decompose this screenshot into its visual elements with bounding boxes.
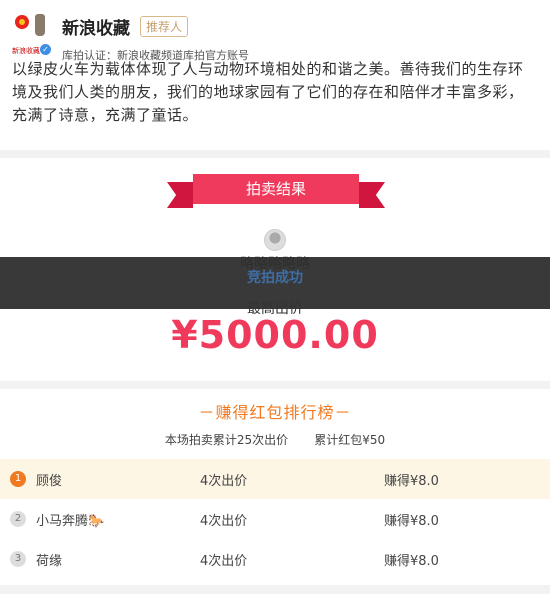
auction-result-card: 拍卖结果 略略略略略 竞拍成功 最高出价 ¥5000.00: [0, 158, 550, 381]
result-ribbon: 拍卖结果: [167, 174, 385, 208]
rank-user-name: 顾俊: [36, 473, 63, 489]
rank-earned: 赚得¥8.0: [384, 553, 439, 569]
post-card: 新浪收藏 ✓ 新浪收藏 推荐人 库拍认证：新浪收藏频道库拍官方账号 以绿皮火车为…: [0, 0, 550, 150]
rank-number: 3: [10, 551, 26, 567]
ribbon-tail-right: [359, 182, 385, 208]
ribbon-tail-left: [167, 182, 193, 208]
highest-bid-label: 最高出价: [247, 301, 303, 317]
vase-icon: [35, 14, 45, 36]
author-avatar[interactable]: 新浪收藏 ✓: [12, 12, 52, 56]
ranking-summary: 本场拍卖累计25次出价 累计红包¥50: [0, 431, 550, 448]
total-bids: 本场拍卖累计25次出价: [164, 433, 289, 447]
ranking-title: －赚得红包排行榜－: [198, 403, 352, 422]
rank-number: 1: [10, 471, 26, 487]
rank-number: 2: [10, 511, 26, 527]
rank-earned: 赚得¥8.0: [384, 513, 439, 529]
rank-bids: 4次出价: [200, 473, 248, 489]
ranking-card: －赚得红包排行榜－ 本场拍卖累计25次出价 累计红包¥50 1 顾俊 4次出价 …: [0, 389, 550, 585]
rank-user-name: 荷缘: [36, 553, 63, 569]
total-red-packets: 累计红包¥50: [314, 433, 386, 447]
ranking-row[interactable]: 2 小马奔腾🐎 4次出价 赚得¥8.0: [0, 499, 550, 539]
post-content: 以绿皮火车为载体体现了人与动物环境相处的和谐之美。善待我们的生存环境及我们人类的…: [12, 60, 524, 124]
logo-text: 新浪收藏: [12, 47, 40, 55]
auction-status: 竞拍成功: [247, 270, 303, 286]
ranking-row[interactable]: 3 荷缘 4次出价 赚得¥8.0: [0, 539, 550, 579]
logo-eye-icon: [15, 15, 29, 29]
rank-user-name: 小马奔腾🐎: [36, 513, 105, 529]
ranking-list: 1 顾俊 4次出价 赚得¥8.0 2 小马奔腾🐎 4次出价 赚得¥8.0 3 荷…: [0, 459, 550, 579]
verified-badge-icon: ✓: [39, 43, 52, 56]
post-header: 新浪收藏 ✓ 新浪收藏 推荐人 库拍认证：新浪收藏频道库拍官方账号: [12, 10, 538, 62]
author-name[interactable]: 新浪收藏: [62, 14, 130, 39]
winner-avatar[interactable]: [264, 229, 286, 251]
rank-bids: 4次出价: [200, 513, 248, 529]
recommender-tag: 推荐人: [140, 16, 189, 37]
result-title: 拍卖结果: [193, 174, 359, 204]
rank-earned: 赚得¥8.0: [384, 473, 439, 489]
final-price: ¥5000.00: [171, 313, 379, 357]
ranking-row[interactable]: 1 顾俊 4次出价 赚得¥8.0: [0, 459, 550, 499]
rank-bids: 4次出价: [200, 553, 248, 569]
